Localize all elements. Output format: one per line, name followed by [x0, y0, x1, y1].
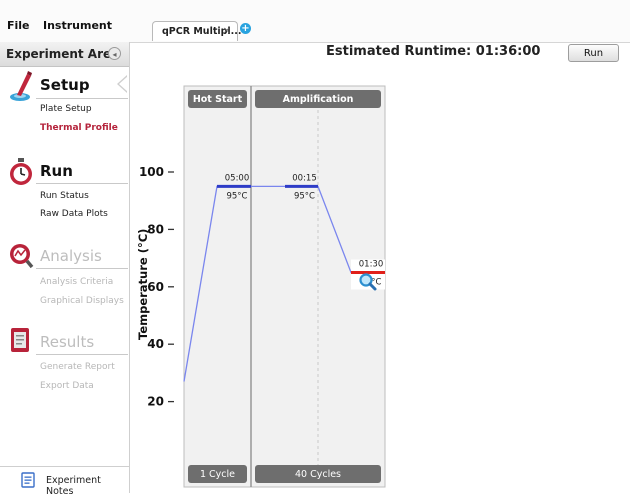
estimated-runtime: Estimated Runtime: 01:36:00 — [326, 44, 541, 59]
active-indicator-inner — [119, 76, 128, 92]
sidebar-item-raw-data-plots[interactable]: Raw Data Plots — [40, 209, 108, 219]
sidebar-item-generate-report[interactable]: Generate Report — [40, 362, 115, 372]
divider — [36, 354, 128, 355]
stage-panel-hot-start — [183, 85, 252, 488]
add-tab-icon[interactable]: + — [240, 23, 251, 34]
notes-icon — [21, 472, 35, 488]
step-temperature: 95°C — [294, 191, 315, 201]
stage-cycle-count: 40 Cycles — [295, 469, 341, 480]
menu-instrument[interactable]: Instrument — [43, 19, 112, 32]
experiment-area-sidebar: Experiment Area ◂ Setup Plate Setup Ther… — [0, 42, 130, 497]
sidebar-item-thermal-profile[interactable]: Thermal Profile — [40, 123, 118, 133]
divider — [36, 183, 128, 184]
analysis-icon — [10, 244, 34, 269]
section-run[interactable]: Run — [40, 162, 73, 180]
step-hold-time: 00:15 — [292, 173, 317, 183]
y-tick-label: 20 — [147, 395, 164, 409]
sidebar-item-graphical-displays[interactable]: Graphical Displays — [40, 296, 124, 306]
stage-cycle-count: 1 Cycle — [200, 469, 235, 480]
sidebar-item-export-data[interactable]: Export Data — [40, 381, 94, 391]
close-icon[interactable]: × — [223, 26, 231, 36]
sidebar-item-plate-setup[interactable]: Plate Setup — [40, 104, 92, 114]
step-temperature: 95°C — [226, 191, 247, 201]
section-results[interactable]: Results — [40, 333, 94, 351]
menu-file[interactable]: File — [7, 19, 30, 32]
run-button[interactable]: Run — [568, 44, 619, 62]
results-icon — [11, 328, 29, 352]
divider — [36, 98, 128, 99]
divider — [36, 268, 128, 269]
experiment-notes-button[interactable]: Experiment Notes — [0, 466, 129, 497]
sidebar-item-run-status[interactable]: Run Status — [40, 191, 89, 201]
step-hold-time: 01:30 — [359, 259, 384, 269]
y-tick-label: 80 — [147, 222, 164, 236]
experiment-area-header: Experiment Area ◂ — [0, 42, 129, 67]
y-tick-label: 40 — [147, 337, 164, 351]
thermal-profile-chart: Hot Start 1 Cycle Amplification 40 Cycles 10… — [139, 85, 386, 488]
section-setup[interactable]: Setup — [40, 76, 90, 94]
step-hold-time: 05:00 — [225, 173, 250, 183]
experiment-area-title: Experiment Area — [6, 47, 120, 61]
sidebar-item-analysis-criteria[interactable]: Analysis Criteria — [40, 277, 113, 287]
collapse-icon[interactable]: ◂ — [108, 47, 121, 60]
section-analysis[interactable]: Analysis — [40, 247, 102, 265]
stage-header-label: Hot Start — [193, 94, 243, 105]
experiment-notes-label: Experiment Notes — [46, 475, 101, 497]
menu-bar: File Instrument qPCR Multipl... × + — [0, 0, 630, 43]
tab-qpcr-multiplex[interactable]: qPCR Multipl... × — [152, 21, 242, 41]
setup-icon — [10, 71, 32, 101]
stage-header-label: Amplification — [283, 94, 354, 105]
y-tick-label: 60 — [147, 280, 164, 294]
stopwatch-icon — [10, 158, 32, 185]
y-tick-label: 100 — [139, 165, 164, 179]
